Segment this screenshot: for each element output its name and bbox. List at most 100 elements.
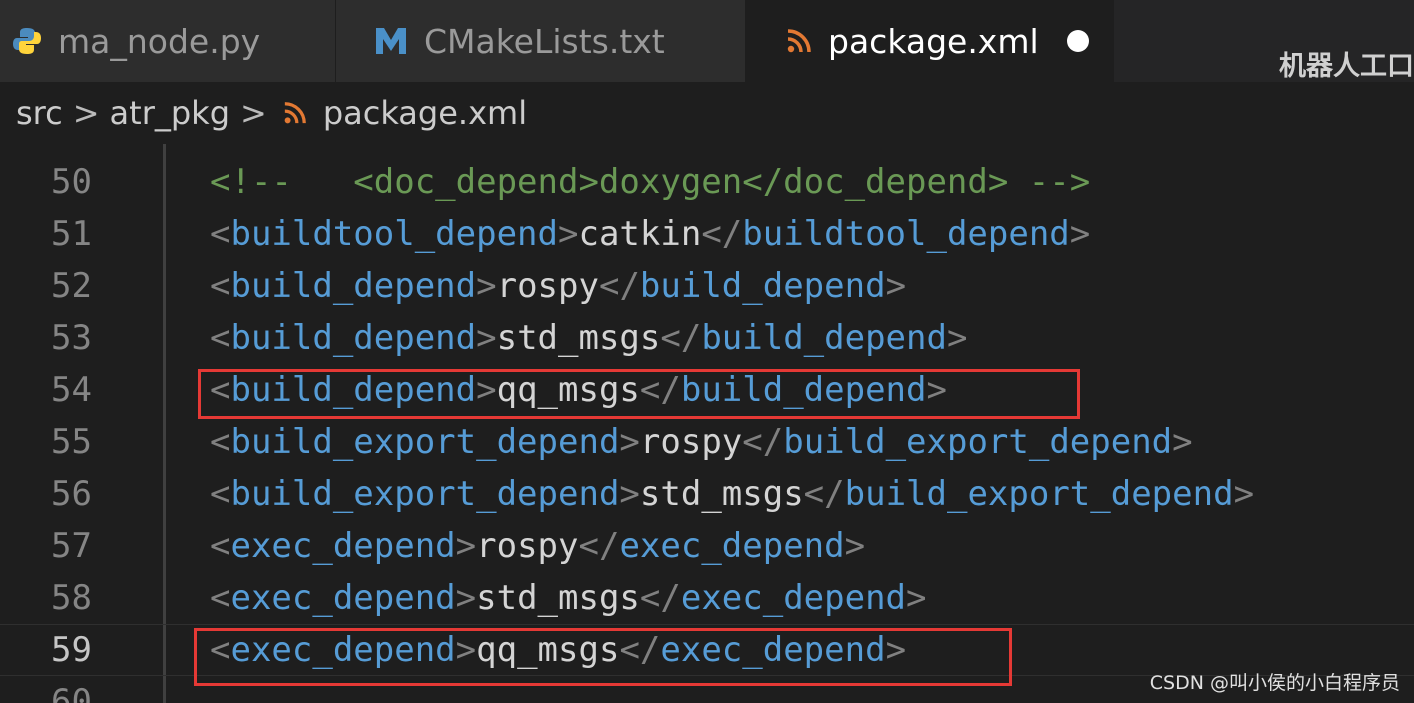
tab-label: package.xml (828, 21, 1039, 61)
code-line[interactable]: 57 <exec_depend>rospy</exec_depend> (0, 520, 1414, 572)
tag-value: qq_msgs (476, 630, 620, 670)
code-line[interactable]: 55 <build_export_depend>rospy</build_exp… (0, 416, 1414, 468)
bracket: </ (639, 578, 681, 618)
tab-package-xml[interactable]: package.xml (746, 0, 1114, 82)
bracket: > (906, 578, 927, 618)
code-content: <build_export_depend>std_msgs</build_exp… (210, 474, 1254, 514)
tag-name: buildtool_depend (742, 214, 1070, 254)
tag-name: build_depend (230, 370, 477, 410)
code-line[interactable]: 53 <build_depend>std_msgs</build_depend> (0, 312, 1414, 364)
tab-cmakelists[interactable]: CMakeLists.txt (336, 0, 746, 82)
bracket: > (455, 578, 477, 618)
tag-value: rospy (476, 526, 579, 566)
code-content: <build_depend>qq_msgs</build_depend> (210, 370, 947, 410)
bracket: </ (803, 474, 845, 514)
code-line[interactable]: 51 <buildtool_depend>catkin</buildtool_d… (0, 208, 1414, 260)
tag-value: qq_msgs (496, 370, 640, 410)
bracket: > (926, 370, 947, 410)
python-icon (12, 26, 42, 56)
bracket: </ (660, 318, 702, 358)
bracket: < (210, 266, 231, 306)
tag-value: rospy (496, 266, 599, 306)
tab-label: CMakeLists.txt (424, 21, 665, 61)
tag-name: build_export_depend (783, 422, 1173, 462)
tag-name: exec_depend (230, 526, 456, 566)
code-comment: <!-- <doc_depend>doxygen</doc_depend> --… (210, 162, 1090, 202)
tag-name: build_export_depend (844, 474, 1234, 514)
line-number: 56 (51, 474, 92, 514)
bracket: > (476, 318, 497, 358)
tag-name: build_depend (639, 266, 886, 306)
chevron-right-icon: > (240, 94, 267, 132)
breadcrumb-item-src[interactable]: src (16, 94, 63, 132)
cmake-icon (374, 26, 408, 56)
bracket: < (210, 422, 231, 462)
chevron-right-icon: > (72, 94, 100, 132)
code-line[interactable]: 56 <build_export_depend>std_msgs</build_… (0, 468, 1414, 520)
bracket: > (885, 266, 907, 306)
line-number: 53 (51, 318, 92, 358)
code-line[interactable]: 50 <!-- <doc_depend>doxygen</doc_depend>… (0, 156, 1414, 208)
bracket: < (210, 578, 231, 618)
bracket: </ (619, 630, 661, 670)
tag-name: buildtool_depend (230, 214, 558, 254)
code-content: <exec_depend>rospy</exec_depend> (210, 526, 865, 566)
watermark-top: 机器人工口 (1279, 51, 1414, 82)
comment-body: <doc_depend>doxygen</doc_depend> --> (291, 162, 1091, 202)
bracket: </ (639, 370, 681, 410)
bracket: </ (701, 214, 743, 254)
line-number: 57 (51, 526, 92, 566)
tag-value: catkin (578, 214, 702, 254)
bracket: > (476, 370, 497, 410)
tag-name: exec_depend (660, 630, 886, 670)
bracket: < (210, 318, 231, 358)
line-number: 54 (51, 370, 92, 410)
bracket: < (210, 474, 231, 514)
tab-ma-node-py[interactable]: ma_node.py (0, 0, 336, 82)
bracket: > (619, 474, 640, 514)
tab-bar: ma_node.py CMakeLists.txt package.xml 机器… (0, 0, 1414, 82)
tag-name: build_depend (701, 318, 947, 358)
bracket: > (558, 214, 579, 254)
code-content: <build_depend>rospy</build_depend> (210, 266, 906, 306)
line-number: 55 (51, 422, 92, 462)
rss-xml-icon (283, 101, 307, 125)
tag-name: exec_depend (230, 578, 456, 618)
code-content: <exec_depend>qq_msgs</exec_depend> (210, 630, 906, 670)
breadcrumb-item-package-xml[interactable]: package.xml (323, 94, 527, 132)
tag-value: std_msgs (639, 474, 804, 514)
tab-label: ma_node.py (58, 21, 261, 61)
line-number: 60 (51, 682, 92, 703)
code-content: <buildtool_depend>catkin</buildtool_depe… (210, 214, 1090, 254)
tag-name: exec_depend (680, 578, 907, 618)
bracket: > (455, 526, 477, 566)
line-number: 59 (51, 630, 92, 670)
breadcrumb-item-atr-pkg[interactable]: atr_pkg (110, 94, 230, 132)
rss-xml-icon (786, 28, 812, 54)
code-line[interactable]: 54 <build_depend>qq_msgs</build_depend> (0, 364, 1414, 416)
line-number: 50 (51, 162, 92, 202)
code-content: <build_export_depend>rospy</build_export… (210, 422, 1193, 462)
tag-name: build_depend (230, 266, 477, 306)
code-line[interactable]: 58 <exec_depend>std_msgs</exec_depend> (0, 572, 1414, 624)
code-content: <exec_depend>std_msgs</exec_depend> (210, 578, 927, 618)
tag-name: build_depend (680, 370, 927, 410)
watermark-bottom: CSDN @叫小侯的小白程序员 (1149, 672, 1400, 694)
line-number: 52 (51, 266, 92, 306)
bracket: > (844, 526, 866, 566)
code-editor[interactable]: 50 <!-- <doc_depend>doxygen</doc_depend>… (0, 144, 1414, 703)
tag-name: exec_depend (619, 526, 845, 566)
comment-open: <!-- (210, 162, 292, 202)
tag-value: std_msgs (476, 578, 640, 618)
bracket: < (210, 630, 231, 670)
tag-name: exec_depend (230, 630, 456, 670)
line-number: 58 (51, 578, 92, 618)
bracket: > (946, 318, 968, 358)
bracket: > (1172, 422, 1193, 462)
bracket: > (476, 266, 497, 306)
tag-name: build_export_depend (230, 474, 620, 514)
bracket: > (885, 630, 907, 670)
bracket: > (455, 630, 477, 670)
unsaved-dot-icon[interactable] (1066, 30, 1089, 52)
code-line[interactable]: 52 <build_depend>rospy</build_depend> (0, 260, 1414, 312)
